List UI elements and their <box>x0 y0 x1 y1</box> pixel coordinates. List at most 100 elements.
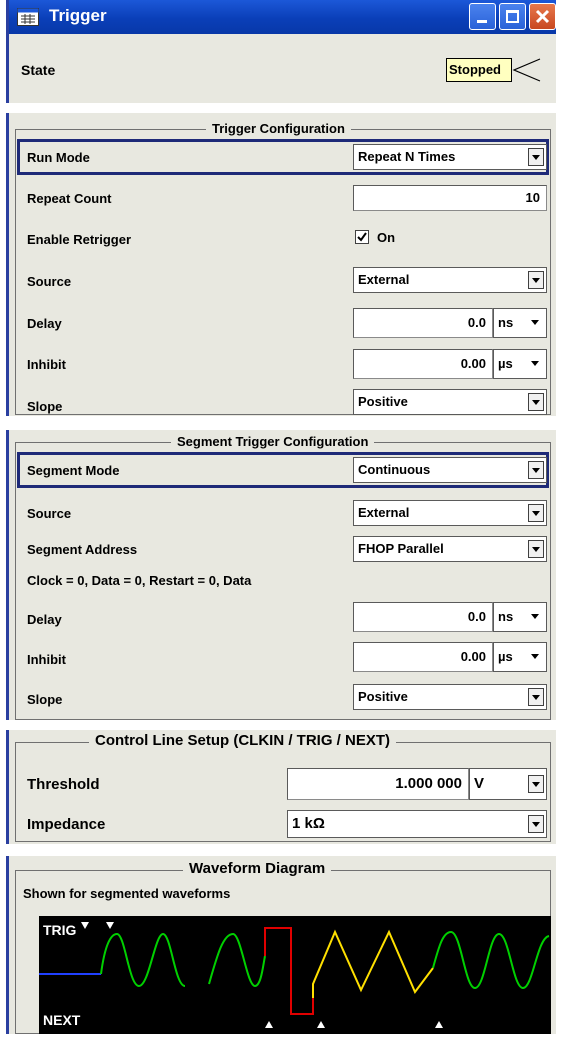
repeat-count-label: Repeat Count <box>27 191 112 206</box>
sine-wave-green-2 <box>208 932 266 988</box>
segment-address-value: FHOP Parallel <box>358 541 444 556</box>
segment-trigger-configuration-panel: Segment Trigger Configuration Segment Mo… <box>6 430 556 720</box>
segment-mode-select[interactable]: Continuous <box>353 457 547 483</box>
maximize-button[interactable] <box>499 3 526 30</box>
segment-delay-label: Delay <box>27 612 62 627</box>
sine-wave-green-3 <box>432 930 550 990</box>
chevron-down-icon[interactable] <box>528 504 544 522</box>
trigger-slope-select[interactable]: Positive <box>353 389 547 415</box>
waveform-diagram-legend: Waveform Diagram <box>183 860 332 877</box>
chevron-down-icon[interactable] <box>528 540 544 558</box>
pulse-red <box>264 927 314 1015</box>
chevron-down-icon[interactable] <box>528 355 544 373</box>
chevron-down-icon[interactable] <box>528 648 544 666</box>
stopped-arrow-icon <box>512 58 541 82</box>
segment-source-value: External <box>358 505 410 520</box>
threshold-label: Threshold <box>27 776 100 793</box>
impedance-select[interactable]: 1 kΩ <box>287 810 547 838</box>
control-line-setup-panel: Control Line Setup (CLKIN / TRIG / NEXT)… <box>6 730 556 844</box>
trigger-window-header: Trigger State Stopped <box>6 0 556 103</box>
state-value: Stopped <box>446 58 512 82</box>
chevron-down-icon[interactable] <box>528 608 544 626</box>
trigger-delay-unit: ns <box>498 315 514 330</box>
impedance-value: 1 kΩ <box>292 815 325 832</box>
minimize-button[interactable] <box>469 3 496 30</box>
control-line-setup-legend: Control Line Setup (CLKIN / TRIG / NEXT) <box>89 732 396 749</box>
segment-slope-label: Slope <box>27 692 63 707</box>
chevron-down-icon[interactable] <box>528 148 544 166</box>
repeat-count-input[interactable]: 10 <box>353 185 547 211</box>
state-label: State <box>21 62 56 78</box>
segment-inhibit-input[interactable]: 0.00 <box>353 642 493 672</box>
impedance-label: Impedance <box>27 816 106 833</box>
enable-retrigger-value: On <box>377 230 396 245</box>
chevron-down-icon[interactable] <box>528 271 544 289</box>
waveform-diagram-panel: Waveform Diagram Shown for segmented wav… <box>6 856 556 1034</box>
trig-label: TRIG <box>43 922 77 938</box>
title-bar: Trigger <box>9 0 556 34</box>
trigger-inhibit-label: Inhibit <box>27 357 66 372</box>
segment-address-info: Clock = 0, Data = 0, Restart = 0, Data <box>27 573 252 588</box>
waveform-plot <box>39 922 550 1028</box>
trigger-inhibit-input[interactable]: 0.00 <box>353 349 493 379</box>
chevron-down-icon[interactable] <box>528 314 544 332</box>
sine-wave-green-1 <box>100 932 186 988</box>
trigger-source-label: Source <box>27 274 72 289</box>
close-button[interactable] <box>529 3 556 30</box>
segment-trigger-configuration-legend: Segment Trigger Configuration <box>171 434 375 449</box>
trigger-configuration-legend: Trigger Configuration <box>206 121 351 136</box>
segment-source-label: Source <box>27 506 72 521</box>
chevron-down-icon[interactable] <box>528 775 544 793</box>
segment-delay-input[interactable]: 0.0 <box>353 602 493 632</box>
run-mode-value: Repeat N Times <box>358 149 456 164</box>
segment-inhibit-unit-select[interactable]: µs <box>493 642 547 672</box>
trigger-slope-label: Slope <box>27 399 63 414</box>
segment-address-select[interactable]: FHOP Parallel <box>353 536 547 562</box>
chevron-down-icon[interactable] <box>528 393 544 411</box>
enable-retrigger-checkbox[interactable] <box>355 230 369 244</box>
trigger-source-select[interactable]: External <box>353 267 547 293</box>
state-indicator: Stopped <box>446 58 546 82</box>
segment-inhibit-unit: µs <box>498 649 513 664</box>
next-marker-icon <box>265 1021 273 1028</box>
threshold-unit-select[interactable]: V <box>469 768 547 800</box>
chevron-down-icon[interactable] <box>528 815 544 833</box>
trigger-slope-value: Positive <box>358 394 408 409</box>
waveform-subtitle: Shown for segmented waveforms <box>23 886 231 901</box>
threshold-unit: V <box>474 775 485 792</box>
grid-window-icon <box>17 8 39 26</box>
next-marker-icon <box>317 1021 325 1028</box>
trig-marker-icon <box>106 922 114 929</box>
maximize-icon <box>506 10 519 23</box>
run-mode-label: Run Mode <box>27 150 90 165</box>
threshold-input[interactable]: 1.000 000 <box>287 768 469 800</box>
segment-mode-label: Segment Mode <box>27 463 120 478</box>
segment-slope-select[interactable]: Positive <box>353 684 547 710</box>
window-title: Trigger <box>49 6 107 25</box>
enable-retrigger-label: Enable Retrigger <box>27 232 132 247</box>
segment-slope-value: Positive <box>358 689 408 704</box>
chevron-down-icon[interactable] <box>528 688 544 706</box>
waveform-diagram: TRIG NEXT <box>39 916 551 1034</box>
run-mode-select[interactable]: Repeat N Times <box>353 144 547 170</box>
segment-address-label: Segment Address <box>27 542 138 557</box>
trig-marker-icon <box>81 922 89 929</box>
segment-source-select[interactable]: External <box>353 500 547 526</box>
segment-mode-value: Continuous <box>358 462 431 477</box>
trigger-inhibit-unit: µs <box>498 356 513 371</box>
trigger-delay-label: Delay <box>27 316 62 331</box>
chevron-down-icon[interactable] <box>528 461 544 479</box>
trigger-delay-input[interactable]: 0.0 <box>353 308 493 338</box>
trigger-delay-unit-select[interactable]: ns <box>493 308 547 338</box>
trigger-configuration-panel: Trigger Configuration Run Mode Repeat N … <box>6 113 556 416</box>
segment-delay-unit-select[interactable]: ns <box>493 602 547 632</box>
segment-inhibit-label: Inhibit <box>27 652 66 667</box>
segment-delay-unit: ns <box>498 609 514 624</box>
next-label: NEXT <box>43 1012 81 1028</box>
close-icon <box>535 9 550 24</box>
next-marker-icon <box>435 1021 443 1028</box>
checkmark-icon <box>357 232 367 242</box>
triangle-wave-yellow <box>312 929 434 998</box>
minimize-icon <box>477 20 487 23</box>
trigger-inhibit-unit-select[interactable]: µs <box>493 349 547 379</box>
